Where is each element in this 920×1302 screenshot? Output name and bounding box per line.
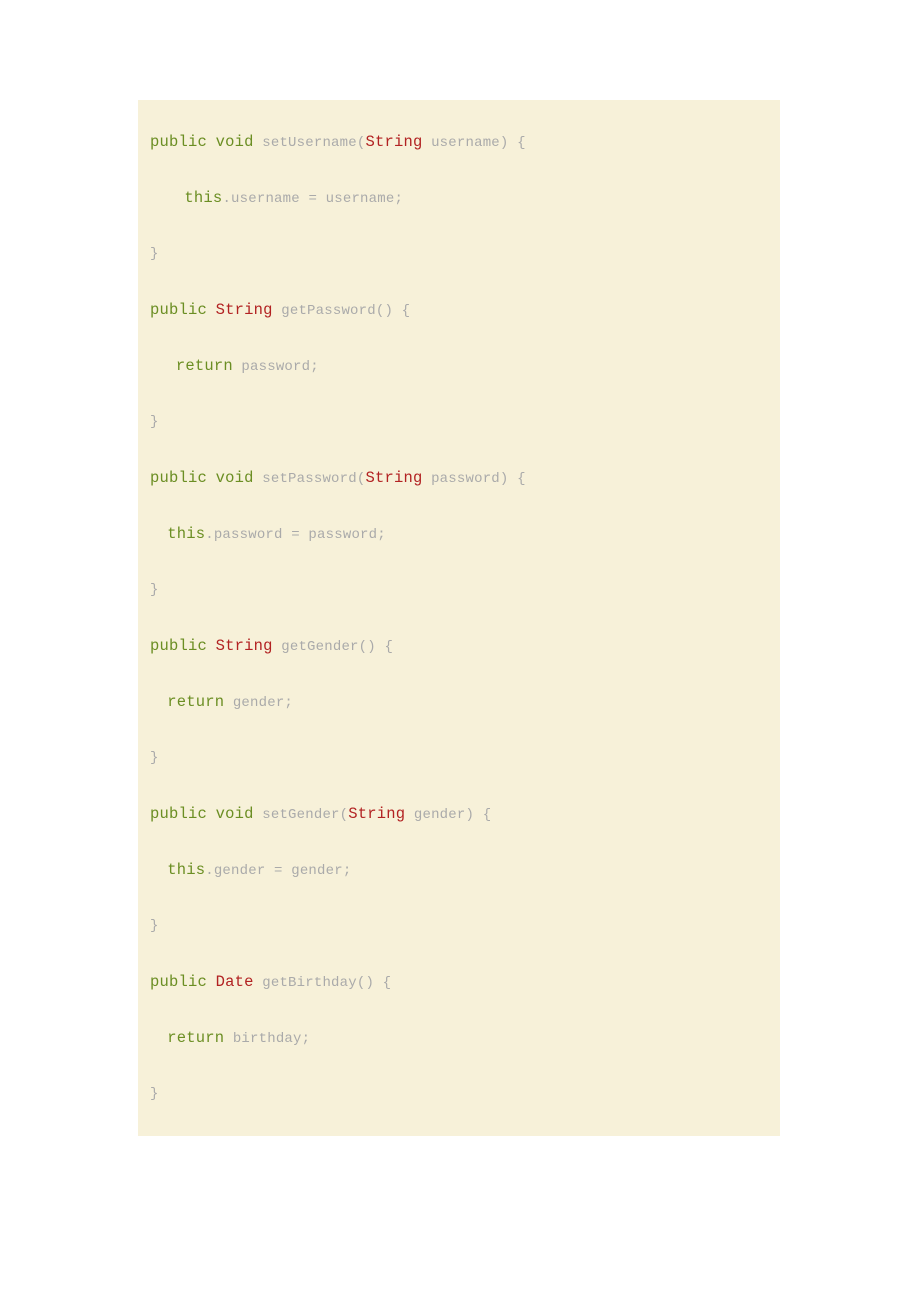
token-plain: setGender( xyxy=(262,807,348,823)
token-plain: } xyxy=(150,1086,159,1102)
code-line: return password; xyxy=(138,338,780,394)
token-plain xyxy=(207,975,216,991)
token-plain: setUsername( xyxy=(262,135,365,151)
token-plain: gender; xyxy=(224,695,293,711)
code-line: } xyxy=(138,898,780,954)
token-kw-this: this xyxy=(167,861,205,879)
token-kw-public: public xyxy=(150,973,207,991)
token-plain: password; xyxy=(233,359,319,375)
token-plain: .username = username; xyxy=(222,191,403,207)
code-line: public void setPassword(String password)… xyxy=(138,450,780,506)
token-plain: getGender() { xyxy=(273,639,393,655)
token-plain: } xyxy=(150,750,159,766)
token-kw-type: Date xyxy=(216,973,254,991)
token-plain: } xyxy=(150,414,159,430)
token-plain xyxy=(207,303,216,319)
code-line: this.gender = gender; xyxy=(138,842,780,898)
token-kw-type: String xyxy=(365,469,422,487)
token-plain: .password = password; xyxy=(205,527,386,543)
code-line: return gender; xyxy=(138,674,780,730)
token-plain: password) { xyxy=(422,471,525,487)
token-plain xyxy=(254,807,263,823)
token-kw-type: String xyxy=(348,805,405,823)
token-kw-void: void xyxy=(216,805,254,823)
token-kw-return: return xyxy=(167,693,224,711)
token-plain xyxy=(254,135,263,151)
token-kw-void: void xyxy=(216,469,254,487)
code-line: public void setUsername(String username)… xyxy=(138,114,780,170)
token-kw-public: public xyxy=(150,805,207,823)
code-line: public String getPassword() { xyxy=(138,282,780,338)
code-line: public Date getBirthday() { xyxy=(138,954,780,1010)
token-kw-void: void xyxy=(216,133,254,151)
token-kw-public: public xyxy=(150,469,207,487)
token-plain: } xyxy=(150,918,159,934)
token-plain: .gender = gender; xyxy=(205,863,351,879)
token-plain xyxy=(207,471,216,487)
token-plain: setPassword( xyxy=(262,471,365,487)
token-plain: } xyxy=(150,582,159,598)
code-line: this.username = username; xyxy=(138,170,780,226)
code-line: return birthday; xyxy=(138,1010,780,1066)
token-plain xyxy=(207,807,216,823)
code-line: } xyxy=(138,394,780,450)
token-kw-type: String xyxy=(365,133,422,151)
token-kw-this: this xyxy=(167,525,205,543)
token-plain: gender) { xyxy=(405,807,491,823)
code-line: public void setGender(String gender) { xyxy=(138,786,780,842)
token-plain: birthday; xyxy=(224,1031,310,1047)
token-kw-this: this xyxy=(184,189,222,207)
token-kw-public: public xyxy=(150,637,207,655)
code-line: } xyxy=(138,730,780,786)
token-kw-return: return xyxy=(167,1029,224,1047)
token-kw-return: return xyxy=(176,357,233,375)
token-plain xyxy=(254,471,263,487)
code-line: this.password = password; xyxy=(138,506,780,562)
token-plain xyxy=(207,135,216,151)
token-kw-public: public xyxy=(150,301,207,319)
token-plain xyxy=(207,639,216,655)
code-block: public void setUsername(String username)… xyxy=(138,100,780,1136)
token-plain: } xyxy=(150,246,159,262)
token-kw-type: String xyxy=(216,301,273,319)
code-line: } xyxy=(138,562,780,618)
token-plain: username) { xyxy=(422,135,525,151)
code-line: public String getGender() { xyxy=(138,618,780,674)
token-plain: getPassword() { xyxy=(273,303,411,319)
code-line: } xyxy=(138,226,780,282)
token-kw-type: String xyxy=(216,637,273,655)
code-line: } xyxy=(138,1066,780,1122)
token-plain: getBirthday() { xyxy=(254,975,392,991)
token-kw-public: public xyxy=(150,133,207,151)
